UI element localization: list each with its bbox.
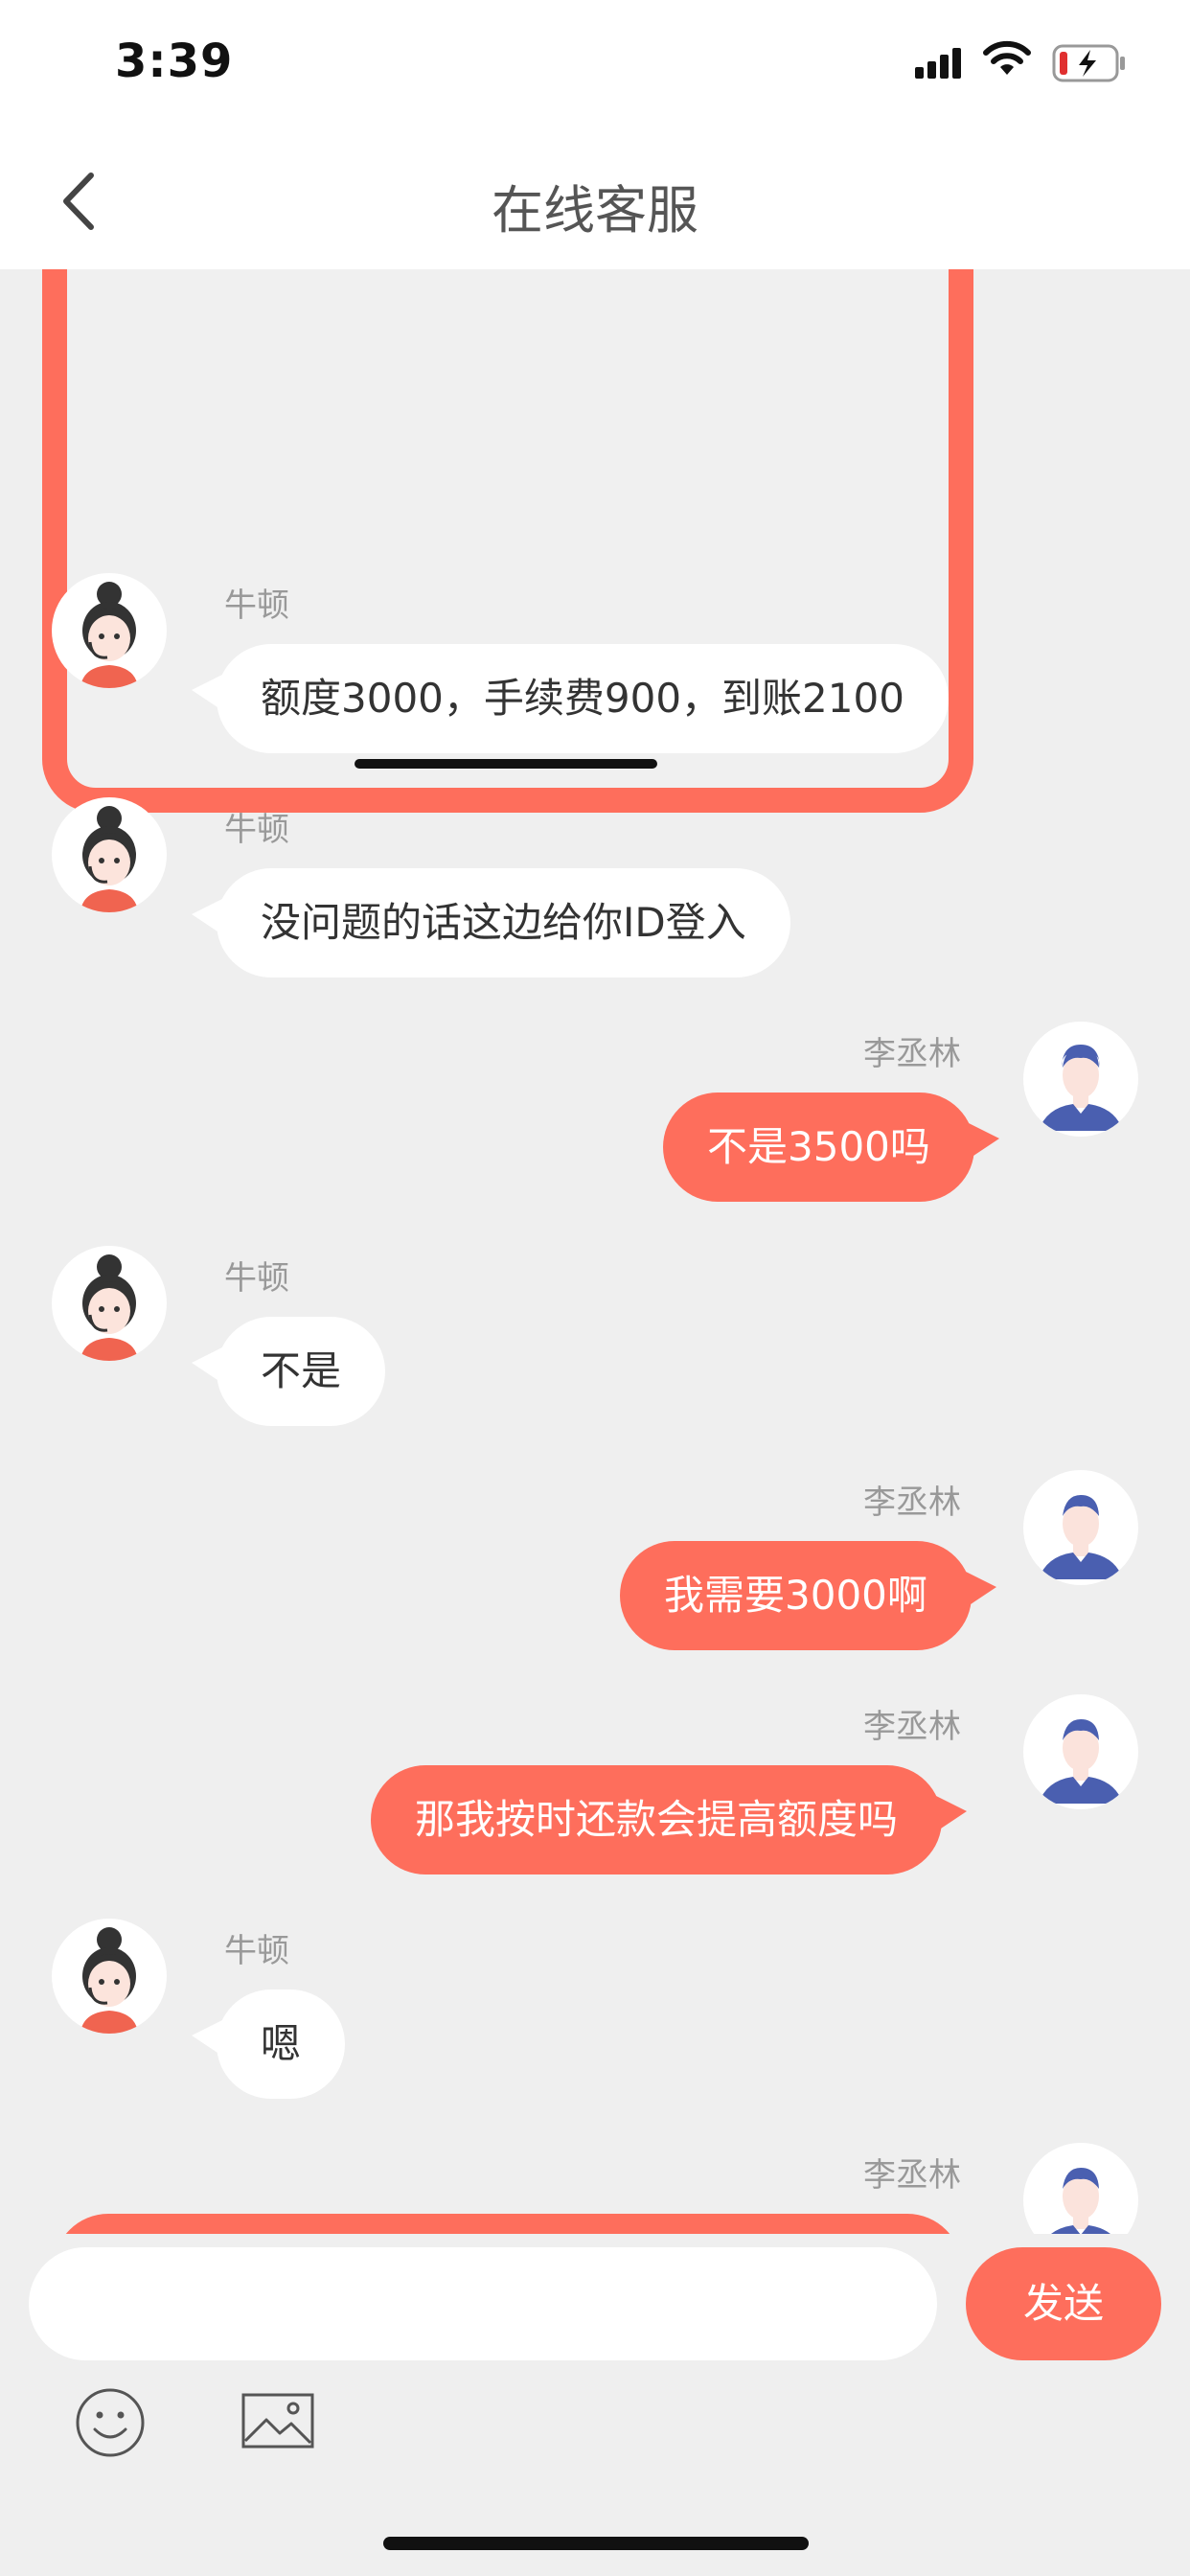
message-input[interactable]: [29, 2247, 937, 2360]
message-bubble[interactable]: 我需要3000啊: [620, 1541, 996, 1650]
message-bubble[interactable]: 不是3500吗: [663, 1092, 999, 1202]
agent-avatar-icon: [80, 806, 138, 912]
wifi-icon: [983, 40, 1031, 75]
message-bubble[interactable]: 不是: [191, 1317, 386, 1426]
agent-avatar-icon: [80, 582, 138, 688]
agent-avatar-icon: [80, 1927, 138, 2034]
agent-avatar[interactable]: [52, 797, 167, 912]
composer-toolbar: [0, 2368, 1190, 2475]
sender-name: 李丞林: [863, 1035, 961, 1073]
home-indicator-image: [355, 759, 657, 769]
sender-name: 牛顿: [224, 811, 289, 849]
agent-avatar[interactable]: [52, 1246, 167, 1361]
page-title: 在线客服: [492, 180, 698, 241]
composer-bar: 发送: [0, 2234, 1190, 2368]
sender-name: 李丞林: [863, 2156, 961, 2195]
user-avatar[interactable]: [1023, 1694, 1138, 1809]
chat-area[interactable]: 牛顿 额度3000，手续费900，到账2100 牛顿 没问题的话这边给你ID登入…: [0, 269, 1190, 2234]
agent-avatar[interactable]: [52, 1919, 167, 2034]
battery-charging-icon: [1052, 44, 1125, 82]
user-avatar-icon: [1039, 1045, 1123, 1131]
user-avatar[interactable]: [1023, 1470, 1138, 1585]
message-bubble[interactable]: 额度3000，手续费900，到账2100: [192, 644, 949, 753]
message-bubble[interactable]: 那我按时还款会提高额度吗: [371, 1765, 968, 1874]
user-avatar-icon: [1051, 2168, 1110, 2234]
nav-bar: 在线客服: [0, 129, 1190, 269]
status-time: 3:39: [115, 34, 234, 88]
message-bubble[interactable]: 嗯: [191, 1990, 346, 2099]
sender-name: 牛顿: [224, 1259, 289, 1298]
user-avatar[interactable]: [1023, 2143, 1138, 2234]
home-indicator: [383, 2537, 809, 2550]
signal-icon: [915, 48, 961, 79]
sender-name: 李丞林: [863, 1484, 961, 1522]
agent-avatar[interactable]: [52, 573, 167, 688]
agent-avatar-icon: [80, 1254, 138, 1361]
user-avatar-icon: [1039, 1719, 1123, 1804]
send-button[interactable]: 发送: [966, 2247, 1161, 2360]
status-bar: 3:39: [0, 0, 1190, 129]
sender-name: 牛顿: [224, 1932, 289, 1970]
image-icon[interactable]: [241, 2393, 314, 2449]
user-avatar-icon: [1039, 1495, 1123, 1579]
user-avatar[interactable]: [1023, 1022, 1138, 1137]
message-bubble[interactable]: 没问题的话这边给你ID登入: [192, 868, 790, 978]
sender-name: 牛顿: [224, 586, 289, 625]
message-bubble[interactable]: [54, 2214, 962, 2234]
sender-name: 李丞林: [863, 1708, 961, 1746]
smiley-icon[interactable]: [75, 2387, 146, 2458]
